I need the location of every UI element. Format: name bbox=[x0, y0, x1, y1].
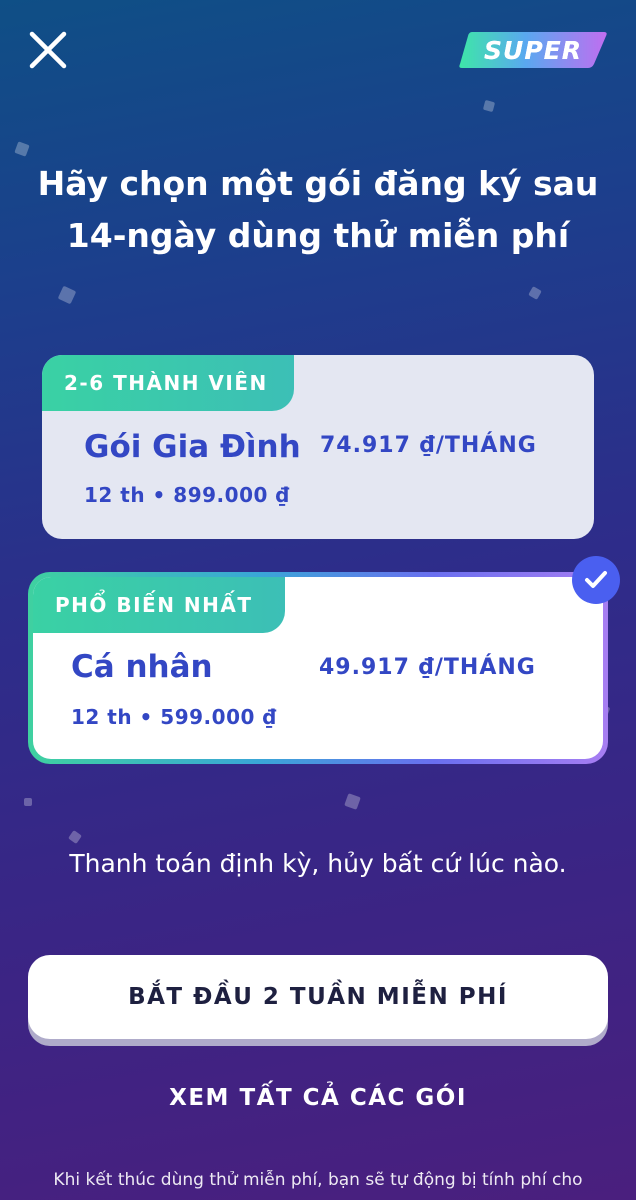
view-all-plans-link[interactable]: XEM TẤT CẢ CÁC GÓI bbox=[0, 1085, 636, 1111]
plan-card-inner: PHỔ BIẾN NHẤT Cá nhân 49.917 ₫/THÁNG 12 … bbox=[33, 577, 603, 759]
close-icon bbox=[29, 31, 67, 69]
page-title-line-2: 14-ngày dùng thử miễn phí bbox=[66, 216, 570, 255]
page-title: Hãy chọn một gói đăng ký sau 14-ngày dùn… bbox=[20, 158, 616, 262]
plan-card-family[interactable]: 2-6 THÀNH VIÊN Gói Gia Đình 74.917 ₫/THÁ… bbox=[42, 355, 594, 539]
plan-name: Cá nhân bbox=[71, 649, 213, 685]
plan-tag: 2-6 THÀNH VIÊN bbox=[42, 355, 294, 411]
disclaimer-text: Khi kết thúc dùng thử miễn phí, bạn sẽ t… bbox=[53, 1170, 583, 1190]
confetti bbox=[344, 793, 361, 810]
billing-note: Thanh toán định kỳ, hủy bất cứ lúc nào. bbox=[69, 849, 567, 878]
start-free-trial-button[interactable]: BẮT ĐẦU 2 TUẦN MIỄN PHÍ bbox=[28, 955, 608, 1039]
page-title-line-1: Hãy chọn một gói đăng ký sau bbox=[37, 164, 599, 203]
plan-total: 12 th • 899.000 ₫ bbox=[84, 483, 290, 507]
checkmark-icon bbox=[585, 571, 607, 588]
plan-price: 49.917 ₫/THÁNG bbox=[319, 655, 536, 680]
super-badge-label: SUPER bbox=[484, 35, 582, 65]
confetti bbox=[482, 99, 496, 113]
plan-price: 74.917 ₫/THÁNG bbox=[320, 433, 537, 458]
confetti bbox=[528, 286, 542, 300]
plan-card-individual[interactable]: PHỔ BIẾN NHẤT Cá nhân 49.917 ₫/THÁNG 12 … bbox=[28, 572, 608, 764]
confetti bbox=[24, 798, 32, 806]
confetti bbox=[14, 141, 30, 157]
plan-name: Gói Gia Đình bbox=[84, 429, 301, 465]
super-badge: SUPER bbox=[458, 30, 608, 70]
close-button[interactable] bbox=[26, 28, 70, 72]
selected-check-badge bbox=[572, 556, 620, 604]
plan-tag: PHỔ BIẾN NHẤT bbox=[33, 577, 285, 633]
confetti bbox=[57, 285, 77, 305]
plan-total: 12 th • 599.000 ₫ bbox=[71, 705, 277, 729]
